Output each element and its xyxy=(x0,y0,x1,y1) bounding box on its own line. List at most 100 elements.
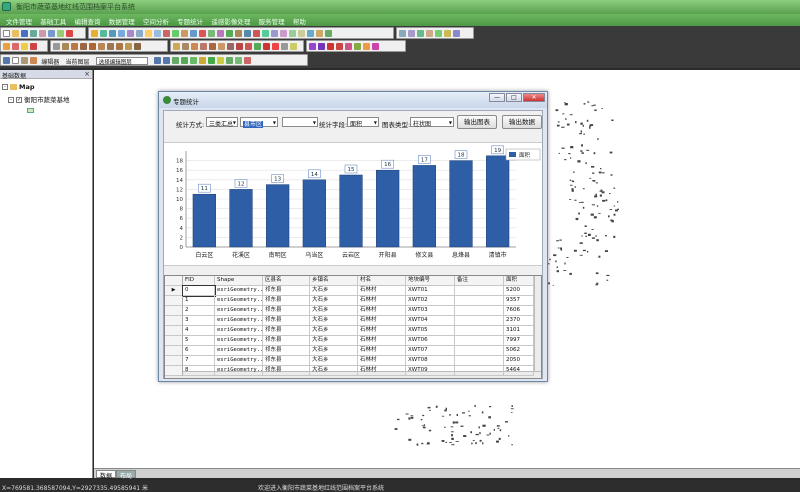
border-icon[interactable] xyxy=(125,43,132,50)
line-style-icon[interactable] xyxy=(191,43,198,50)
editor-label[interactable]: 编辑器 xyxy=(41,57,59,66)
next-extent-icon[interactable] xyxy=(136,30,143,37)
north-arrow-icon[interactable] xyxy=(89,43,96,50)
identify-icon[interactable] xyxy=(145,30,152,37)
tree-root[interactable]: - Map xyxy=(2,83,35,91)
undo-icon[interactable] xyxy=(153,57,161,64)
method-select[interactable]: 三类汇总 ▼ xyxy=(206,117,238,128)
marker-icon[interactable] xyxy=(200,43,207,50)
analysis-icon[interactable] xyxy=(309,43,316,50)
picture-icon[interactable] xyxy=(107,43,114,50)
second-field-select[interactable]: ▼ xyxy=(282,117,318,127)
grid-icon[interactable] xyxy=(116,43,123,50)
clip-icon[interactable] xyxy=(280,30,287,37)
image-icon[interactable] xyxy=(408,30,415,37)
split-icon[interactable] xyxy=(298,30,305,37)
export-data-button[interactable]: 输出数据 xyxy=(502,115,542,129)
refresh-icon[interactable] xyxy=(181,30,188,37)
pan-icon[interactable] xyxy=(91,30,98,37)
legend-icon[interactable] xyxy=(71,43,78,50)
vertex-icon[interactable] xyxy=(171,57,179,64)
classify-icon[interactable] xyxy=(417,30,424,37)
symbol-icon[interactable] xyxy=(173,43,180,50)
attribute-grid[interactable]: FID Shape 区县名 乡镇名 村名 地块编号 备注 面积 ▶ 0 esriGeometry..… xyxy=(164,275,542,379)
menu-thematic-stats[interactable]: 专题统计 xyxy=(177,14,203,26)
flag-icon[interactable] xyxy=(30,43,37,50)
minimize-button[interactable]: — xyxy=(489,93,505,102)
group-icon[interactable] xyxy=(254,43,261,50)
graph-icon[interactable] xyxy=(372,43,379,50)
density-icon[interactable] xyxy=(336,43,343,50)
tree-layer-vegetable-base[interactable]: - ✓ 衡阳市蔬菜基地 xyxy=(8,94,70,104)
save-icon[interactable] xyxy=(21,30,28,37)
merge-icon[interactable] xyxy=(289,30,296,37)
clear-select-icon[interactable] xyxy=(172,30,179,37)
export-icon[interactable] xyxy=(48,30,55,37)
open-icon[interactable] xyxy=(12,30,19,37)
zoom-in-icon[interactable] xyxy=(100,30,107,37)
layer-visibility-checkbox[interactable]: ✓ xyxy=(16,97,22,103)
menu-file[interactable]: 文件管理 xyxy=(6,14,32,26)
discard-edit-icon[interactable] xyxy=(243,57,251,64)
panel-close-icon[interactable]: × xyxy=(84,70,90,78)
scissors-icon[interactable] xyxy=(3,57,10,64)
attribute-edit-icon[interactable] xyxy=(216,57,224,64)
settings-icon[interactable] xyxy=(453,30,460,37)
maximize-button[interactable]: □ xyxy=(506,93,522,102)
query-icon[interactable] xyxy=(307,30,314,37)
wand-icon[interactable] xyxy=(444,30,451,37)
delete-icon[interactable] xyxy=(66,30,73,37)
reshape-icon[interactable] xyxy=(198,57,206,64)
fill-icon[interactable] xyxy=(182,43,189,50)
layer-add-icon[interactable] xyxy=(57,30,64,37)
scale-icon[interactable] xyxy=(80,43,87,50)
menu-data[interactable]: 数据管理 xyxy=(109,14,135,26)
buffer-icon[interactable] xyxy=(262,30,269,37)
ungroup-icon[interactable] xyxy=(263,43,270,50)
copy-icon[interactable] xyxy=(12,57,19,64)
move-icon[interactable] xyxy=(225,57,233,64)
band-icon[interactable] xyxy=(426,30,433,37)
new-icon[interactable] xyxy=(3,30,10,37)
cut-polygon-icon[interactable] xyxy=(207,57,215,64)
full-extent-icon[interactable] xyxy=(118,30,125,37)
color-icon[interactable] xyxy=(209,43,216,50)
bring-front-icon[interactable] xyxy=(236,43,243,50)
find-icon[interactable] xyxy=(190,30,197,37)
page-icon[interactable] xyxy=(53,43,60,50)
zoom-out-icon[interactable] xyxy=(109,30,116,37)
menu-spatial-analysis[interactable]: 空间分析 xyxy=(143,14,169,26)
chart-icon[interactable] xyxy=(325,30,332,37)
expand-icon[interactable]: - xyxy=(2,84,8,90)
chart-type-select[interactable]: 柱状图 ▼ xyxy=(410,117,454,128)
print-icon[interactable] xyxy=(39,30,46,37)
network-icon[interactable] xyxy=(318,43,325,50)
filter-icon[interactable] xyxy=(435,30,442,37)
select-layer-combo[interactable]: 选择编辑图层 xyxy=(95,57,148,66)
menu-remote-sensing[interactable]: 遥感影像处理 xyxy=(211,14,250,26)
label-icon[interactable] xyxy=(253,30,260,37)
measure-icon[interactable] xyxy=(154,30,161,37)
hotspot-icon[interactable] xyxy=(327,43,334,50)
dialog-titlebar[interactable]: 专题统计 — □ ✕ xyxy=(159,92,547,108)
statistics-icon[interactable] xyxy=(316,30,323,37)
overview-icon[interactable] xyxy=(244,30,251,37)
arrow-icon[interactable] xyxy=(3,43,10,50)
close-button[interactable]: ✕ xyxy=(523,93,545,102)
select-icon[interactable] xyxy=(163,30,170,37)
report-icon[interactable] xyxy=(363,43,370,50)
expand-icon[interactable]: - xyxy=(8,97,14,103)
redo-icon[interactable] xyxy=(162,57,170,64)
overlay-icon[interactable] xyxy=(271,30,278,37)
hyperlink-icon[interactable] xyxy=(235,30,242,37)
menu-service[interactable]: 服务管理 xyxy=(259,14,285,26)
save-as-icon[interactable] xyxy=(30,30,37,37)
tab-data-view[interactable]: 数据 xyxy=(96,470,117,480)
font-icon[interactable] xyxy=(218,43,225,50)
raster-icon[interactable] xyxy=(399,30,406,37)
align-icon[interactable] xyxy=(281,43,288,50)
group-field-select[interactable]: 县市区 ▼ xyxy=(240,117,278,128)
send-back-icon[interactable] xyxy=(245,43,252,50)
template-icon[interactable] xyxy=(134,43,141,50)
frame-icon[interactable] xyxy=(62,43,69,50)
